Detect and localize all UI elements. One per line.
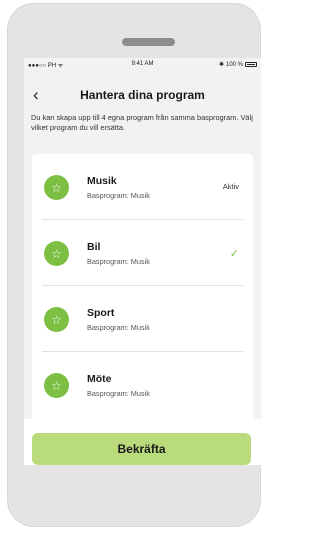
description-text: Du kan skapa upp till 4 egna program frå…	[31, 113, 253, 132]
status-right: ✱ 100 %	[219, 61, 257, 68]
program-item-sport[interactable]: ☆ Sport Basprogram: Musik	[32, 286, 253, 352]
confirm-button[interactable]: Bekräfta	[32, 433, 251, 465]
program-name: Möte	[87, 373, 112, 385]
program-base: Basprogram: Musik	[87, 257, 150, 266]
nav-bar: ‹ Hantera dina program	[24, 84, 261, 106]
phone-speaker	[122, 38, 175, 46]
star-icon: ☆	[44, 307, 69, 332]
program-name: Musik	[87, 175, 117, 187]
program-item-musik[interactable]: ☆ Musik Basprogram: Musik Aktiv	[32, 154, 253, 220]
program-base: Basprogram: Musik	[87, 323, 150, 332]
checkmark-icon: ✓	[229, 248, 239, 260]
program-name: Bil	[87, 241, 101, 253]
program-base: Basprogram: Musik	[87, 191, 150, 200]
program-name: Sport	[87, 307, 115, 319]
program-item-bil[interactable]: ☆ Bil Basprogram: Musik ✓	[32, 220, 253, 286]
star-icon: ☆	[44, 373, 69, 398]
page-title: Hantera dina program	[80, 88, 205, 102]
battery-icon	[245, 62, 257, 67]
program-list: ☆ Musik Basprogram: Musik Aktiv ☆ Bil Ba…	[32, 154, 253, 424]
program-base: Basprogram: Musik	[87, 389, 150, 398]
status-bar: ●●●○○ PH ᯤ 9:41 AM ✱ 100 %	[24, 58, 261, 70]
program-item-mote[interactable]: ☆ Möte Basprogram: Musik	[32, 352, 253, 418]
bluetooth-icon: ✱	[218, 62, 224, 68]
star-icon: ☆	[44, 175, 69, 200]
active-status-label: Aktiv	[222, 182, 239, 191]
battery-percentage: 100 %	[225, 61, 243, 68]
star-icon: ☆	[44, 241, 69, 266]
app-screen: ●●●○○ PH ᯤ 9:41 AM ✱ 100 % ‹ Hantera din…	[24, 58, 261, 465]
